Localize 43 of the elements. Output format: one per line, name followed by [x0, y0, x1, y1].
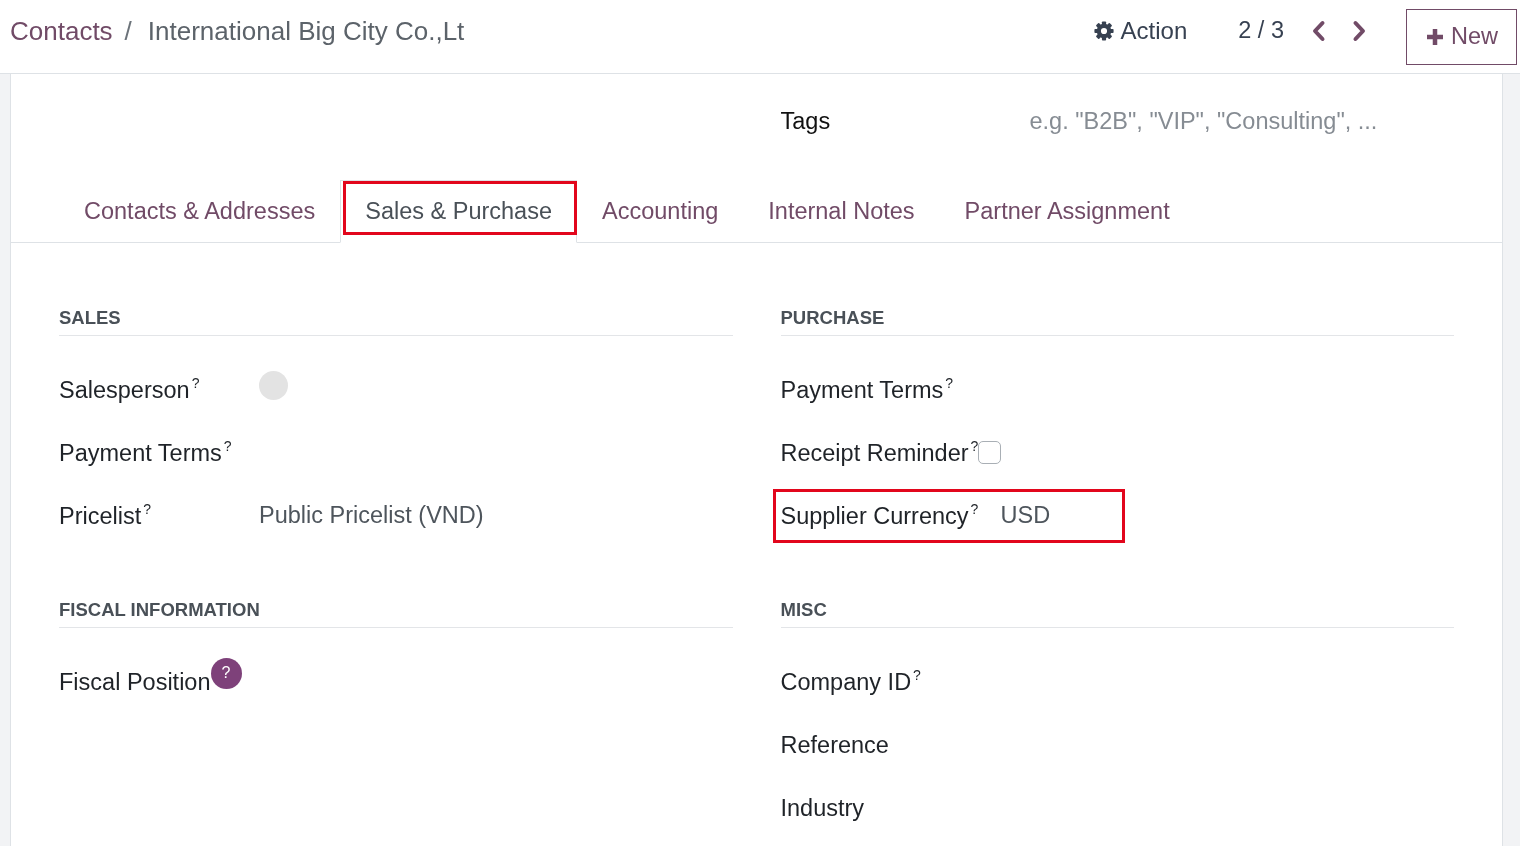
chevron-right-icon	[1352, 19, 1367, 42]
tags-input[interactable]: e.g. "B2B", "VIP", "Consulting", ...	[1029, 107, 1430, 135]
tab[interactable]: Accounting	[577, 180, 744, 243]
field-label: Company ID	[780, 667, 912, 696]
pager-counter[interactable]: 2 / 3	[1238, 17, 1284, 44]
help-button[interactable]: ?	[210, 657, 242, 689]
field-label: Payment Terms	[59, 438, 222, 467]
help-mark[interactable]: ?	[945, 375, 954, 390]
previous-button[interactable]	[1311, 19, 1326, 42]
tab[interactable]: Partner Assignment	[939, 180, 1195, 243]
breadcrumb-link[interactable]: Contacts	[10, 16, 113, 47]
field-label: Fiscal Position	[59, 667, 211, 696]
new-button[interactable]: New	[1406, 8, 1517, 65]
field-label: Salesperson	[59, 375, 190, 404]
chevron-left-icon	[1311, 19, 1326, 42]
help-mark[interactable]: ?	[970, 501, 979, 516]
field-label: Payment Terms	[780, 375, 944, 404]
tab[interactable]: Internal Notes	[743, 180, 940, 243]
breadcrumb-separator: /	[124, 16, 132, 47]
field-label: Pricelist	[59, 501, 142, 530]
help-mark[interactable]: ?	[143, 501, 152, 516]
field-value: USD	[1000, 502, 1051, 529]
help-mark[interactable]: ?	[191, 375, 200, 390]
field-label: Industry	[780, 793, 865, 822]
gear-icon	[1093, 20, 1114, 41]
section-heading: SALES	[59, 301, 733, 336]
section-heading: MISC	[780, 593, 1454, 628]
tab[interactable]: Contacts & Addresses	[59, 180, 341, 243]
help-mark[interactable]: ?	[913, 667, 921, 682]
field-label: Receipt Reminder	[780, 438, 969, 467]
record-title: International Big City Co.,Lt	[147, 16, 465, 47]
section-heading: FISCAL INFORMATION	[59, 593, 733, 628]
field-label: Reference	[780, 730, 889, 759]
next-button[interactable]	[1352, 19, 1367, 42]
action-button[interactable]: Action	[1093, 16, 1188, 45]
checkbox[interactable]	[978, 441, 1002, 464]
help-mark[interactable]: ?	[223, 438, 232, 453]
field-value: Public Pricelist (VND)	[259, 502, 484, 529]
help-mark[interactable]: ?	[970, 438, 979, 453]
field-label: Supplier Currency	[780, 501, 969, 530]
field-label: Tags	[780, 107, 832, 135]
section-heading: PURCHASE	[780, 301, 1454, 336]
plus-icon	[1426, 27, 1444, 46]
